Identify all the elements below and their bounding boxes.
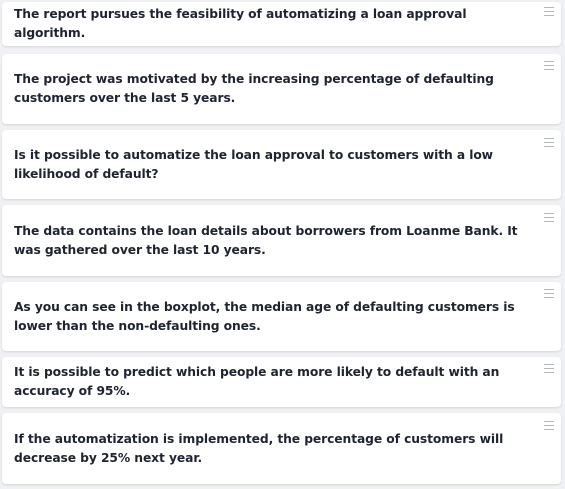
list-item-text: The data contains the loan details about… [14, 223, 518, 257]
list-item-text: Is it possible to automatize the loan ap… [14, 147, 493, 181]
sortable-list: The report pursues the feasibility of au… [0, 0, 565, 489]
drag-handle-icon[interactable] [544, 364, 554, 373]
list-item-text: If the automatization is implemented, th… [14, 431, 504, 465]
list-item-text: The report pursues the feasibility of au… [14, 7, 467, 40]
list-item-text: It is possible to predict which people a… [14, 365, 500, 398]
drag-handle-icon[interactable] [544, 61, 554, 70]
list-item[interactable]: It is possible to predict which people a… [2, 357, 561, 407]
list-item[interactable]: The report pursues the feasibility of au… [2, 2, 561, 46]
list-item-text: The project was motivated by the increas… [14, 72, 494, 105]
list-item[interactable]: Is it possible to automatize the loan ap… [2, 130, 561, 199]
list-item[interactable]: As you can see in the boxplot, the media… [2, 282, 561, 351]
drag-handle-icon[interactable] [544, 421, 554, 430]
drag-handle-icon[interactable] [544, 138, 554, 147]
list-item[interactable]: The project was motivated by the increas… [2, 54, 561, 124]
drag-handle-icon[interactable] [544, 7, 554, 16]
drag-handle-icon[interactable] [544, 213, 554, 222]
list-item-text: As you can see in the boxplot, the media… [14, 299, 515, 333]
list-item[interactable]: The data contains the loan details about… [2, 205, 561, 276]
drag-handle-icon[interactable] [544, 289, 554, 298]
list-item[interactable]: If the automatization is implemented, th… [2, 413, 561, 484]
